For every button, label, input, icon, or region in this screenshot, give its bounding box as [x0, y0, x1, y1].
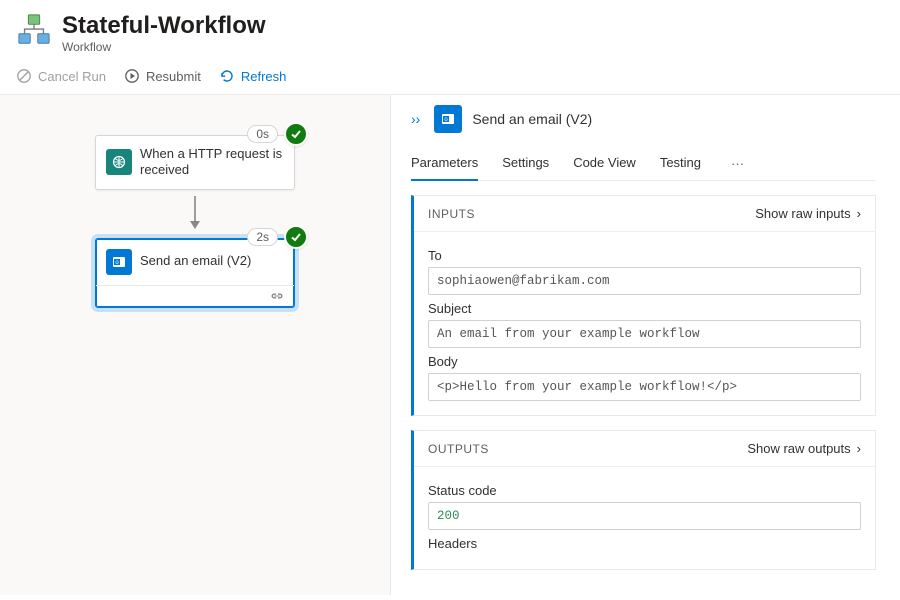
trigger-node-label: When a HTTP request is received	[140, 146, 284, 179]
page-subtitle: Workflow	[62, 40, 266, 54]
tab-code-view[interactable]: Code View	[573, 147, 636, 180]
resubmit-icon	[124, 68, 140, 84]
tab-testing[interactable]: Testing	[660, 147, 701, 180]
success-icon	[284, 225, 308, 249]
trigger-status-badge: 0s	[247, 122, 308, 146]
http-request-icon	[106, 149, 132, 175]
link-icon	[270, 289, 284, 304]
chevron-right-icon: ›	[857, 441, 861, 456]
show-raw-inputs-label: Show raw inputs	[755, 206, 850, 221]
outputs-panel: OUTPUTS Show raw outputs › Status code 2…	[411, 430, 876, 570]
workflow-icon	[16, 12, 52, 48]
details-header: ›› o Send an email (V2)	[411, 105, 876, 133]
action-node[interactable]: 2s o Send an email (V2)	[95, 238, 295, 308]
trigger-node[interactable]: 0s When a HTTP request is received	[95, 135, 295, 190]
command-bar: Cancel Run Resubmit Refresh	[0, 60, 900, 95]
success-icon	[284, 122, 308, 146]
subject-label: Subject	[428, 301, 861, 316]
cancel-icon	[16, 68, 32, 84]
chevron-right-icon: ›	[857, 206, 861, 221]
main-area: 0s When a HTTP request is received 2s o	[0, 95, 900, 595]
more-tabs-icon[interactable]: ···	[725, 152, 750, 175]
show-raw-inputs-button[interactable]: Show raw inputs ›	[755, 206, 861, 221]
node-footer	[96, 285, 294, 307]
designer-canvas[interactable]: 0s When a HTTP request is received 2s o	[0, 95, 390, 595]
cancel-run-label: Cancel Run	[38, 69, 106, 84]
show-raw-outputs-button[interactable]: Show raw outputs ›	[747, 441, 861, 456]
action-duration: 2s	[247, 228, 278, 246]
subject-value: An email from your example workflow	[428, 320, 861, 348]
refresh-label: Refresh	[241, 69, 287, 84]
outlook-icon: o	[106, 249, 132, 275]
resubmit-label: Resubmit	[146, 69, 201, 84]
trigger-duration: 0s	[247, 125, 278, 143]
headers-label: Headers	[428, 536, 861, 551]
action-status-badge: 2s	[247, 225, 308, 249]
cancel-run-button[interactable]: Cancel Run	[16, 68, 106, 84]
details-tabs: Parameters Settings Code View Testing ··…	[411, 147, 876, 181]
refresh-button[interactable]: Refresh	[219, 68, 287, 84]
tab-settings[interactable]: Settings	[502, 147, 549, 180]
action-node-label: Send an email (V2)	[140, 253, 251, 269]
inputs-panel: INPUTS Show raw inputs › To sophiaowen@f…	[411, 195, 876, 416]
tab-parameters[interactable]: Parameters	[411, 147, 478, 180]
outlook-icon: o	[434, 105, 462, 133]
body-label: Body	[428, 354, 861, 369]
collapse-pane-icon[interactable]: ››	[411, 111, 420, 127]
inputs-label: INPUTS	[428, 207, 475, 221]
outputs-label: OUTPUTS	[428, 442, 489, 456]
show-raw-outputs-label: Show raw outputs	[747, 441, 850, 456]
body-value: <p>Hello from your example workflow!</p>	[428, 373, 861, 401]
details-pane: ›› o Send an email (V2) Parameters Setti…	[390, 95, 900, 595]
page-title: Stateful-Workflow	[62, 12, 266, 40]
status-code-label: Status code	[428, 483, 861, 498]
status-code-value: 200	[428, 502, 861, 530]
resubmit-button[interactable]: Resubmit	[124, 68, 201, 84]
page-header: Stateful-Workflow Workflow	[0, 0, 900, 60]
details-title: Send an email (V2)	[472, 111, 592, 127]
to-value: sophiaowen@fabrikam.com	[428, 267, 861, 295]
to-label: To	[428, 248, 861, 263]
refresh-icon	[219, 68, 235, 84]
